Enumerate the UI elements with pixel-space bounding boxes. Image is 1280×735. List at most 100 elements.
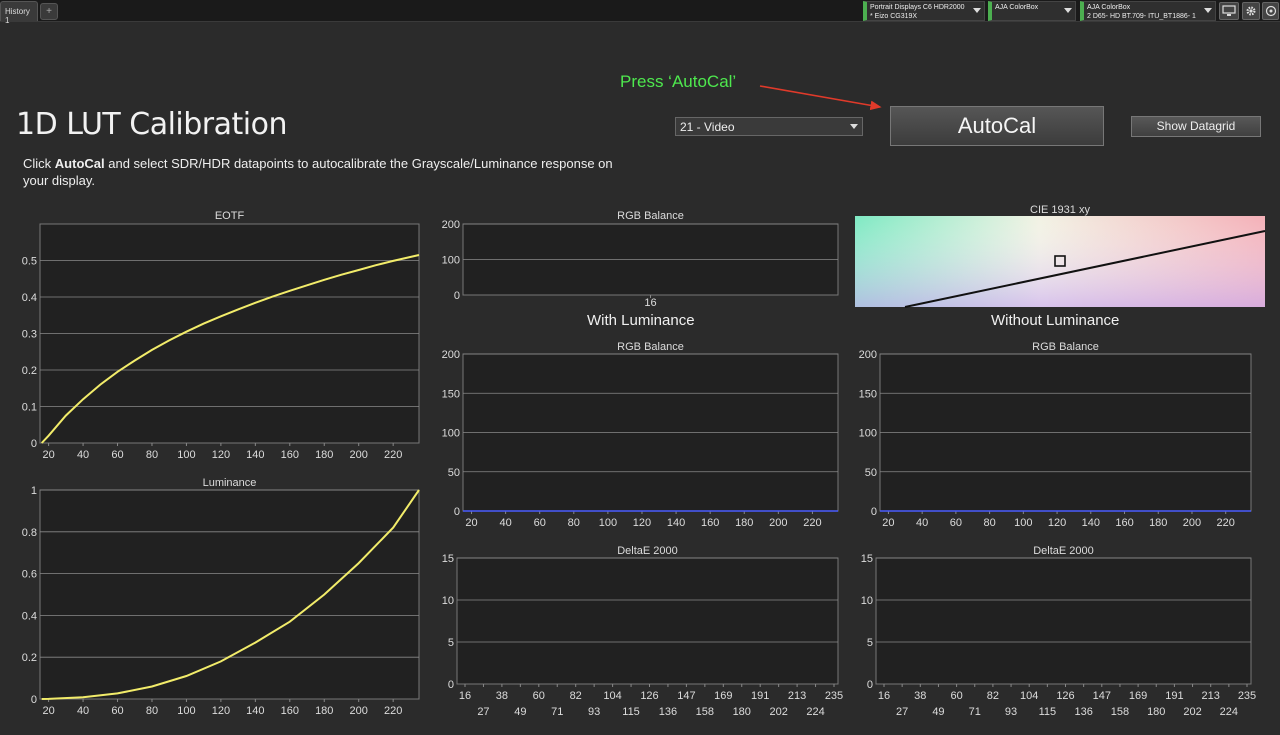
luminance-ytick-label: 0 bbox=[31, 694, 37, 706]
eotf-ytick-label: 0.1 bbox=[22, 402, 37, 414]
de-with-xtick-label: 104 bbox=[603, 690, 621, 702]
de-without-xtick-label: 169 bbox=[1129, 690, 1147, 702]
rgb-without-xtick-label: 80 bbox=[983, 517, 995, 529]
eotf-xtick-label: 80 bbox=[146, 449, 158, 461]
eotf-xtick-label: 200 bbox=[350, 449, 368, 461]
luminance-xtick-label: 200 bbox=[350, 705, 368, 717]
de-with-xtick-label: 180 bbox=[733, 706, 751, 718]
rgb-with-xtick-label: 100 bbox=[599, 517, 617, 529]
de-without-xtick-label: 104 bbox=[1020, 690, 1038, 702]
rgb-without-xtick-label: 120 bbox=[1048, 517, 1066, 529]
rgb-without-xtick-label: 160 bbox=[1115, 517, 1133, 529]
de-without-ytick-label: 0 bbox=[867, 679, 873, 691]
eotf-ytick-label: 0 bbox=[31, 438, 37, 450]
de-without-ytick-label: 15 bbox=[861, 553, 873, 565]
de-without-xtick-label: 49 bbox=[932, 706, 944, 718]
rgb-with-xtick-label: 60 bbox=[534, 517, 546, 529]
luminance-xtick-label: 160 bbox=[281, 705, 299, 717]
rgb-without-ytick-label: 200 bbox=[859, 349, 877, 361]
eotf-xtick-label: 40 bbox=[77, 449, 89, 461]
luminance-xtick-label: 80 bbox=[146, 705, 158, 717]
rgb-top-ytick-label: 0 bbox=[454, 290, 460, 302]
de-with-ytick-label: 5 bbox=[448, 637, 454, 649]
rgb-top-ytick-label: 100 bbox=[442, 255, 460, 267]
rgb-without-title: RGB Balance bbox=[1032, 341, 1099, 353]
luminance-xtick-label: 60 bbox=[111, 705, 123, 717]
de-without-title: DeltaE 2000 bbox=[1033, 545, 1094, 557]
de-without-xtick-label: 60 bbox=[950, 690, 962, 702]
de-with-xtick-label: 93 bbox=[588, 706, 600, 718]
de-without-xtick-label: 191 bbox=[1165, 690, 1183, 702]
rgb-without-xtick-label: 180 bbox=[1149, 517, 1167, 529]
de-with-xtick-label: 60 bbox=[533, 690, 545, 702]
de-with-xtick-label: 235 bbox=[825, 690, 843, 702]
de-with-xtick-label: 213 bbox=[788, 690, 806, 702]
de-without-ytick-label: 10 bbox=[861, 595, 873, 607]
de-with-xtick-label: 82 bbox=[570, 690, 582, 702]
rgb-with-xtick-label: 180 bbox=[735, 517, 753, 529]
de-with-xtick-label: 16 bbox=[459, 690, 471, 702]
de-without-xtick-label: 158 bbox=[1111, 706, 1129, 718]
de-without-ytick-label: 5 bbox=[867, 637, 873, 649]
eotf-xtick-label: 160 bbox=[281, 449, 299, 461]
de-without-xtick-label: 126 bbox=[1056, 690, 1074, 702]
rgb-with-xtick-label: 20 bbox=[465, 517, 477, 529]
eotf-ytick-label: 0.3 bbox=[22, 329, 37, 341]
luminance-ytick-label: 0.8 bbox=[22, 527, 37, 539]
de-with-ytick-label: 10 bbox=[442, 595, 454, 607]
eotf-xtick-label: 60 bbox=[111, 449, 123, 461]
rgb-with-xtick-label: 40 bbox=[499, 517, 511, 529]
rgb-top-title: RGB Balance bbox=[617, 210, 684, 222]
rgb-with-xtick-label: 160 bbox=[701, 517, 719, 529]
cie-diagram-shading bbox=[855, 216, 1265, 307]
eotf-xtick-label: 140 bbox=[246, 449, 264, 461]
luminance-xtick-label: 140 bbox=[246, 705, 264, 717]
de-without-xtick-label: 38 bbox=[914, 690, 926, 702]
rgb-without-ytick-label: 0 bbox=[871, 506, 877, 518]
luminance-plot-area bbox=[39, 489, 420, 700]
rgb-without-ytick-label: 50 bbox=[865, 467, 877, 479]
rgb-without-ytick-label: 150 bbox=[859, 388, 877, 400]
luminance-ytick-label: 0.2 bbox=[22, 652, 37, 664]
rgb-with-ytick-label: 200 bbox=[442, 349, 460, 361]
de-with-xtick-label: 169 bbox=[714, 690, 732, 702]
de-with-xtick-label: 224 bbox=[806, 706, 824, 718]
cie-title: CIE 1931 xy bbox=[1030, 204, 1090, 216]
de-without-xtick-label: 115 bbox=[1039, 706, 1057, 718]
de-with-ytick-label: 0 bbox=[448, 679, 454, 691]
rgb-with-xtick-label: 80 bbox=[568, 517, 580, 529]
de-with-xtick-label: 71 bbox=[551, 706, 563, 718]
de-with-xtick-label: 147 bbox=[677, 690, 695, 702]
eotf-ytick-label: 0.5 bbox=[22, 256, 37, 268]
eotf-xtick-label: 20 bbox=[42, 449, 54, 461]
rgb-without-xtick-label: 100 bbox=[1014, 517, 1032, 529]
de-without-xtick-label: 16 bbox=[878, 690, 890, 702]
rgb-without-xtick-label: 20 bbox=[882, 517, 894, 529]
rgb-with-xtick-label: 120 bbox=[633, 517, 651, 529]
rgb-without-xtick-label: 140 bbox=[1082, 517, 1100, 529]
eotf-title: EOTF bbox=[215, 210, 245, 222]
luminance-xtick-label: 100 bbox=[177, 705, 195, 717]
luminance-title: Luminance bbox=[203, 477, 257, 489]
de-with-xtick-label: 115 bbox=[622, 706, 640, 718]
de-with-xtick-label: 27 bbox=[477, 706, 489, 718]
de-without-xtick-label: 235 bbox=[1238, 690, 1256, 702]
rgb-with-title: RGB Balance bbox=[617, 341, 684, 353]
charts-canvas: EOTF00.10.20.30.40.520 40 60 80 100 120 140 160… bbox=[22, 204, 1266, 718]
rgb-with-ytick-label: 0 bbox=[454, 506, 460, 518]
de-with-xtick-label: 38 bbox=[496, 690, 508, 702]
de-without-xtick-label: 224 bbox=[1220, 706, 1238, 718]
de-without-xtick-label: 136 bbox=[1074, 706, 1092, 718]
de-with-xtick-label: 136 bbox=[659, 706, 677, 718]
de-with-xtick-label: 191 bbox=[751, 690, 769, 702]
rgb-with-ytick-label: 100 bbox=[442, 428, 460, 440]
de-without-xtick-label: 180 bbox=[1147, 706, 1165, 718]
rgb-without-xtick-label: 60 bbox=[950, 517, 962, 529]
luminance-xtick-label: 180 bbox=[315, 705, 333, 717]
rgb-with-xtick-label: 200 bbox=[769, 517, 787, 529]
rgb-with-ytick-label: 150 bbox=[442, 388, 460, 400]
de-without-xtick-label: 93 bbox=[1005, 706, 1017, 718]
de-with-xtick-label: 202 bbox=[769, 706, 787, 718]
rgb-with-xtick-label: 140 bbox=[667, 517, 685, 529]
de-with-plot-area bbox=[456, 557, 839, 685]
